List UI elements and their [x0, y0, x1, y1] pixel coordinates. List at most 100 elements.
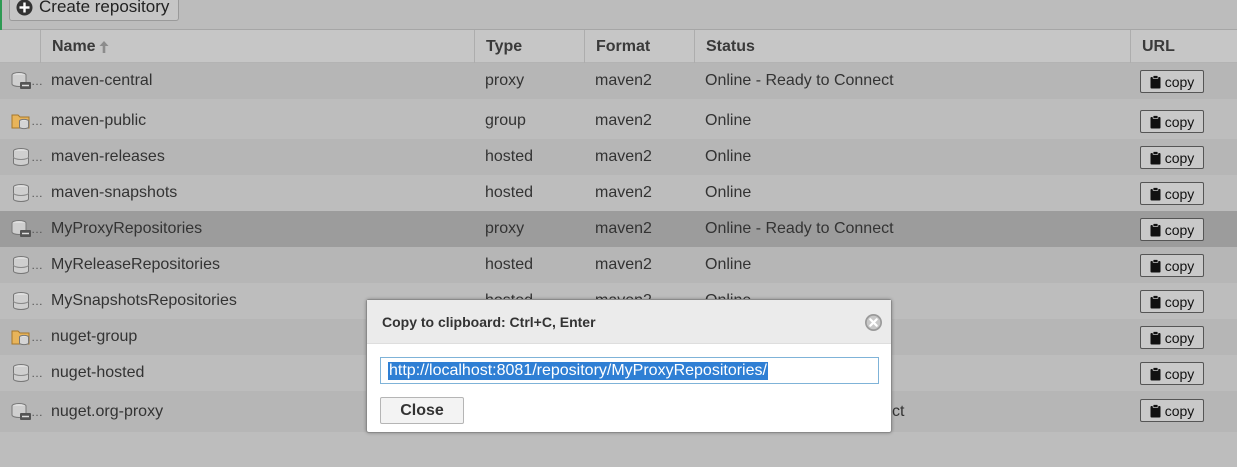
repo-status: Online	[705, 148, 752, 165]
repo-name: MyReleaseRepositories	[51, 256, 220, 273]
clipboard-icon	[1150, 258, 1161, 272]
copy-url-button[interactable]: copy	[1140, 146, 1204, 169]
url-text-field[interactable]: http://localhost:8081/repository/MyProxy…	[380, 357, 879, 384]
copy-label: copy	[1164, 185, 1195, 202]
sort-ascending-icon	[99, 40, 109, 53]
ellipsis-icon: …	[31, 222, 43, 236]
create-repository-button[interactable]: Create repository	[9, 0, 180, 21]
copy-url-button[interactable]: copy	[1140, 362, 1204, 385]
repo-type: hosted	[485, 148, 534, 165]
column-header-type[interactable]: Type	[475, 30, 585, 63]
repo-type-icon-cell: …	[11, 139, 43, 175]
hosted-repo-icon	[11, 148, 31, 166]
group-repo-icon	[11, 112, 31, 130]
repo-name: MyProxyRepositories	[51, 220, 203, 237]
table-header: Name Type Format Status URL	[0, 30, 1237, 63]
repo-status: Online - Ready to Connect	[705, 72, 894, 89]
copy-label: copy	[1164, 365, 1195, 382]
copy-url-button[interactable]: copy	[1140, 254, 1204, 277]
table-row[interactable]: … maven-public group maven2 Online copy	[0, 103, 1237, 139]
repo-status: Online - Ready to Connect	[705, 220, 894, 237]
ellipsis-icon: …	[31, 404, 43, 419]
proxy-repo-icon	[11, 72, 31, 90]
ellipsis-icon: …	[31, 150, 43, 164]
repo-name: maven-releases	[51, 148, 165, 165]
header-icon-column	[0, 30, 41, 63]
clipboard-icon	[1150, 330, 1161, 344]
hosted-repo-icon	[11, 256, 31, 274]
copy-url-button[interactable]: copy	[1140, 70, 1204, 93]
close-icon[interactable]	[864, 313, 883, 332]
repo-status: Online	[705, 184, 752, 201]
copy-url-button[interactable]: copy	[1140, 399, 1204, 422]
toolbar: Create repository	[0, 0, 1237, 30]
repo-type-icon-cell: …	[11, 175, 43, 211]
ellipsis-icon: …	[31, 186, 43, 200]
repo-type: group	[485, 112, 526, 129]
column-header-status-label: Status	[706, 37, 755, 55]
table-row[interactable]: … MyReleaseRepositories hosted maven2 Online…	[0, 247, 1237, 283]
clipboard-icon	[1150, 366, 1161, 380]
clipboard-icon	[1150, 403, 1161, 417]
left-accent-bar	[0, 0, 2, 30]
close-button-label: Close	[400, 401, 444, 419]
repo-format: maven2	[595, 184, 652, 201]
repo-name: nuget.org-proxy	[51, 402, 164, 420]
copy-label: copy	[1164, 293, 1195, 310]
table-row[interactable]: … maven-snapshots hosted maven2 Online copy	[0, 175, 1237, 211]
clipboard-icon	[1150, 150, 1161, 164]
repo-format: maven2	[595, 148, 652, 165]
repo-name: nuget-group	[51, 328, 138, 345]
copy-label: copy	[1164, 402, 1195, 419]
copy-url-button[interactable]: copy	[1140, 326, 1204, 349]
ellipsis-icon: …	[31, 366, 43, 380]
repo-type-icon-cell: …	[11, 355, 43, 391]
proxy-repo-icon	[11, 220, 31, 238]
copy-label: copy	[1164, 149, 1195, 166]
create-repository-label: Create repository	[39, 0, 170, 16]
repo-type-icon-cell: …	[11, 103, 43, 139]
repo-format: maven2	[595, 72, 652, 89]
repo-type-icon-cell: …	[11, 283, 43, 319]
copy-url-button[interactable]: copy	[1140, 182, 1204, 205]
group-repo-icon	[11, 328, 31, 346]
copy-url-button[interactable]: copy	[1140, 290, 1204, 313]
hosted-repo-icon	[11, 364, 31, 382]
table-row[interactable]: … maven-central proxy maven2 Online - Ready …	[0, 63, 1237, 99]
clipboard-icon	[1150, 186, 1161, 200]
repo-type: proxy	[485, 220, 525, 237]
copy-label: copy	[1164, 329, 1195, 346]
dialog-header: Copy to clipboard: Ctrl+C, Enter	[367, 300, 891, 344]
repo-status: ct	[892, 402, 905, 420]
ellipsis-icon: …	[31, 74, 43, 88]
close-button[interactable]: Close	[380, 397, 464, 424]
repo-name: MySnapshotsRepositories	[51, 292, 237, 309]
copy-label: copy	[1164, 113, 1195, 130]
repo-type-icon-cell: …	[11, 247, 43, 283]
repo-status: Online	[705, 256, 752, 273]
copy-label: copy	[1164, 257, 1195, 274]
copy-url-button[interactable]: copy	[1140, 110, 1204, 133]
url-selected-text: http://localhost:8081/repository/MyProxy…	[388, 361, 768, 380]
repo-type: proxy	[485, 72, 525, 89]
repo-name: maven-snapshots	[51, 184, 178, 201]
ellipsis-icon: …	[31, 258, 43, 272]
column-header-url-label: URL	[1142, 37, 1175, 55]
ellipsis-icon: …	[31, 294, 43, 308]
table-row[interactable]: … MyProxyRepositories proxy maven2 Online - …	[0, 211, 1237, 247]
copy-to-clipboard-dialog: Copy to clipboard: Ctrl+C, Enter http://…	[366, 299, 892, 433]
column-header-url[interactable]: URL	[1131, 30, 1237, 63]
column-header-format-label: Format	[596, 37, 651, 55]
table-row[interactable]: … maven-releases hosted maven2 Online copy	[0, 139, 1237, 175]
hosted-repo-icon	[11, 292, 31, 310]
repo-format: maven2	[595, 220, 652, 237]
dialog-title: Copy to clipboard: Ctrl+C, Enter	[382, 313, 596, 330]
copy-url-button[interactable]: copy	[1140, 218, 1204, 241]
column-header-name-label: Name	[52, 37, 96, 55]
repo-type-icon-cell: …	[11, 63, 43, 99]
copy-label: copy	[1164, 73, 1195, 90]
column-header-format[interactable]: Format	[585, 30, 695, 63]
repo-name: maven-public	[51, 112, 147, 129]
column-header-status[interactable]: Status	[695, 30, 1131, 63]
column-header-name[interactable]: Name	[41, 30, 475, 63]
